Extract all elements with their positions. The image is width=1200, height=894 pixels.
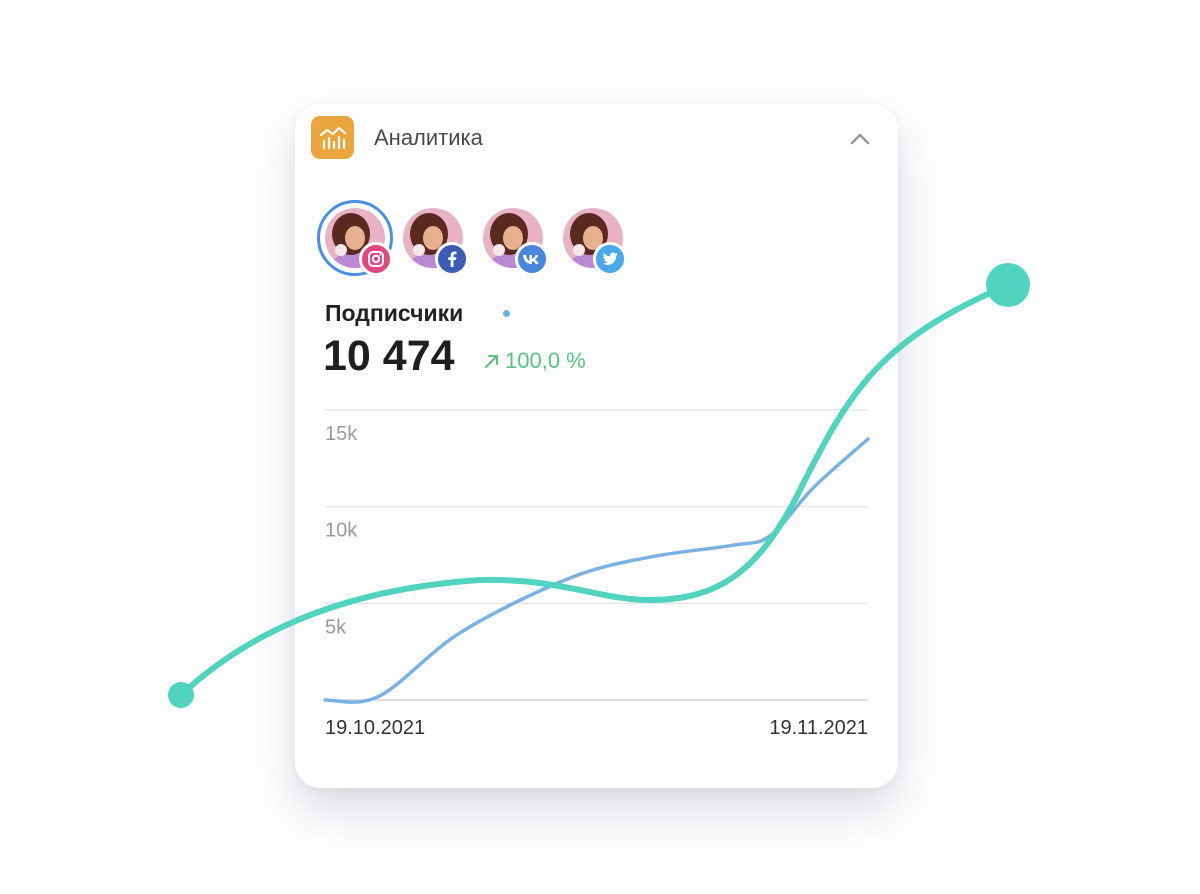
analytics-widget: Аналитика Подписчики 10 474 100,0 % 15k …: [295, 104, 898, 788]
x-axis-end-date: 19.11.2021: [769, 717, 868, 739]
chart-series: [323, 437, 870, 704]
y-tick-label: 5k: [325, 616, 347, 638]
y-tick-label: 10k: [325, 520, 358, 542]
x-axis-start-date: 19.10.2021: [325, 717, 425, 739]
subscribers-chart: 15k 10k 5k 19.10.2021 19.11.2021: [323, 409, 870, 739]
curve-start-dot: [168, 682, 194, 708]
y-axis-ticks: 15k 10k 5k: [325, 423, 358, 638]
chart-grid: [325, 409, 868, 701]
series-line-subscribers: [323, 437, 870, 704]
y-tick-label: 15k: [325, 423, 358, 445]
curve-end-dot: [986, 263, 1030, 307]
